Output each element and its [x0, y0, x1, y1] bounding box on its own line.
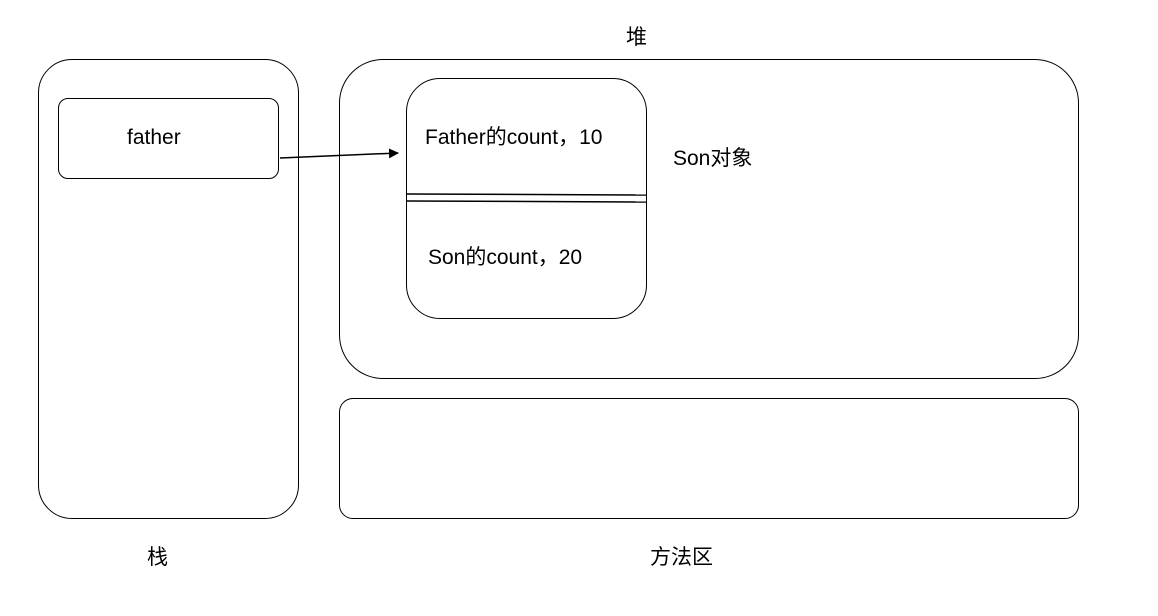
method-area-title: 方法区: [650, 546, 713, 569]
son-object-label: Son对象: [673, 147, 753, 170]
son-count-field: Son的count，20: [428, 246, 583, 269]
father-reference-label: father: [127, 126, 181, 149]
father-count-field: Father的count，10: [425, 126, 603, 149]
son-object-box: [406, 78, 647, 319]
stack-title: 栈: [147, 546, 168, 569]
method-area-region: [339, 398, 1079, 519]
heap-title: 堆: [626, 26, 647, 49]
